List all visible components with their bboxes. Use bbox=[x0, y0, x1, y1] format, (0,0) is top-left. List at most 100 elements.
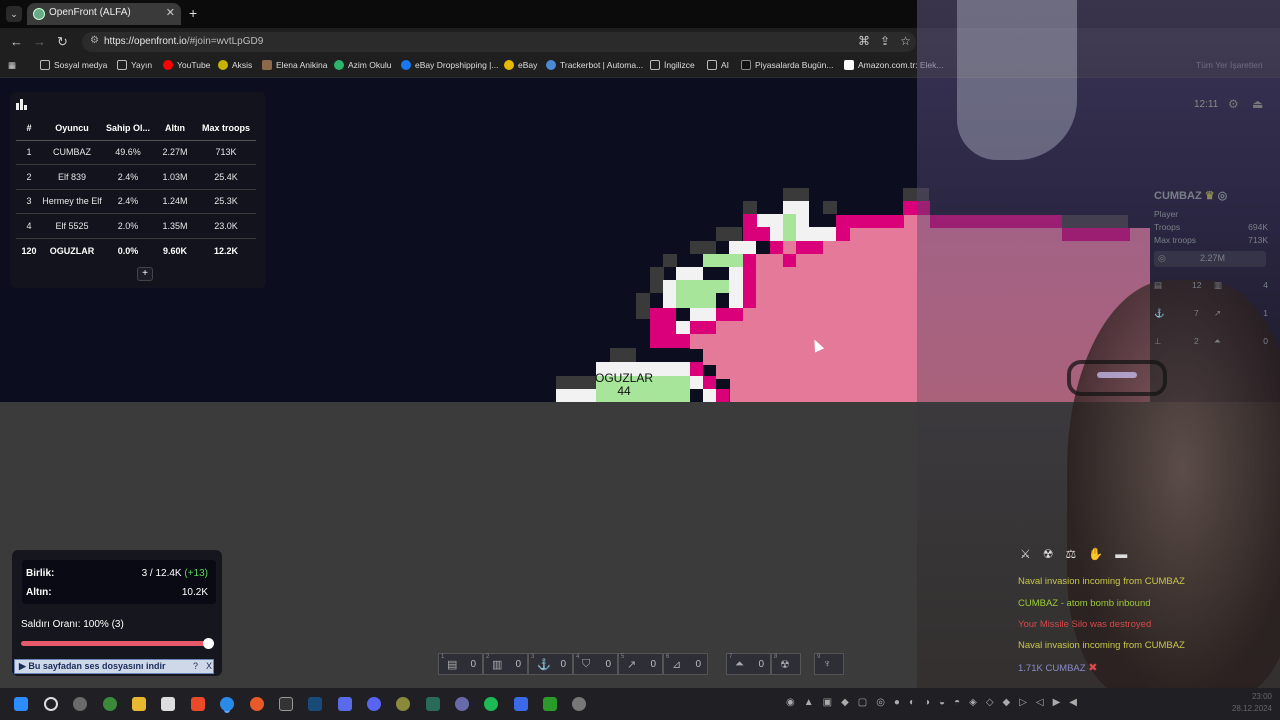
reload-icon[interactable]: ↻ bbox=[57, 34, 68, 50]
obs-icon[interactable] bbox=[73, 697, 87, 711]
gear-icon[interactable]: ⚙ bbox=[1228, 97, 1239, 111]
nuke-icon[interactable]: ☢ bbox=[1043, 547, 1066, 561]
header-rank[interactable]: # bbox=[16, 116, 42, 141]
aksis-icon bbox=[218, 60, 228, 70]
exit-icon[interactable]: ⏏ bbox=[1252, 97, 1263, 111]
folder-icon bbox=[707, 60, 717, 70]
chrome-icon[interactable] bbox=[220, 697, 234, 711]
coin-icon: ◎ bbox=[1158, 253, 1166, 263]
new-tab-button[interactable]: + bbox=[189, 5, 197, 21]
build-warship-button[interactable]: 7 ⏶ 0 bbox=[726, 653, 771, 675]
build-city-button[interactable]: 1 ▤ 0 bbox=[438, 653, 483, 675]
bookmark-item[interactable]: eBay bbox=[504, 60, 537, 70]
build-hydrogen-bomb-button[interactable]: 9 ♆ bbox=[814, 653, 844, 675]
bookmark-item[interactable]: İngilizce bbox=[650, 60, 695, 70]
player-name: CUMBAZ bbox=[42, 140, 102, 165]
xbox-icon[interactable] bbox=[103, 697, 117, 711]
sword-icon[interactable]: ⚔ bbox=[1020, 547, 1043, 561]
attack-ratio-slider-thumb[interactable] bbox=[203, 638, 214, 649]
build-missile-silo-button[interactable]: 5 ↗ 0 bbox=[618, 653, 663, 675]
download-label[interactable]: ▶ Bu sayfadan ses dosyasını indir bbox=[19, 661, 165, 672]
trade-icon[interactable]: ⚖ bbox=[1066, 547, 1089, 561]
leaderboard-toggle-icon[interactable] bbox=[16, 98, 30, 110]
port-icon: ⚓ bbox=[537, 659, 551, 671]
app-icon[interactable] bbox=[543, 697, 557, 711]
app-icon[interactable] bbox=[572, 697, 586, 711]
bookmark-item[interactable]: Azim Okulu bbox=[334, 60, 391, 70]
header-owned[interactable]: Sahip Ol... bbox=[102, 116, 154, 141]
audio-download-bar[interactable]: ▶ Bu sayfadan ses dosyasını indir ? X bbox=[14, 659, 214, 674]
warship-icon: ⏶ bbox=[1214, 336, 1221, 346]
alliance-icon[interactable]: ✋ bbox=[1088, 547, 1115, 561]
table-row[interactable]: 3 Hermey the Elf 2.4% 1.24M 25.3K bbox=[16, 189, 256, 214]
bookmark-item[interactable]: Piyasalarda Bugün... bbox=[741, 60, 833, 70]
translate-icon[interactable]: ⌘ bbox=[858, 34, 880, 48]
discord-icon[interactable] bbox=[367, 697, 381, 711]
store-icon[interactable] bbox=[161, 697, 175, 711]
tv-icon bbox=[741, 60, 751, 70]
bookmark-item[interactable]: eBay Dropshipping |... bbox=[401, 60, 498, 70]
player-name: Elf 5525 bbox=[42, 213, 102, 239]
apps-grid-icon[interactable]: ▦ bbox=[8, 60, 16, 71]
bookmark-item[interactable]: Elena Anikina bbox=[262, 60, 328, 70]
openfront-favicon-icon bbox=[33, 8, 45, 20]
build-atom-bomb-button[interactable]: 8 ☢ bbox=[771, 653, 801, 675]
firefox-icon[interactable] bbox=[250, 697, 264, 711]
table-row[interactable]: 1 CUMBAZ 49.6% 2.27M 713K bbox=[16, 140, 256, 165]
teams-icon[interactable] bbox=[338, 697, 352, 711]
close-icon[interactable]: X bbox=[206, 661, 212, 671]
bookmark-item[interactable]: YouTube bbox=[163, 60, 210, 70]
info-icon[interactable]: ◎ bbox=[1218, 190, 1228, 202]
bookmark-star-icon[interactable]: ☆ bbox=[900, 34, 921, 48]
help-icon[interactable]: ? bbox=[193, 661, 198, 671]
terminal-icon[interactable] bbox=[426, 697, 440, 711]
leaderboard-expand-button[interactable]: + bbox=[137, 267, 153, 281]
header-gold[interactable]: Altın bbox=[154, 116, 196, 141]
windows-taskbar: ◉▲▣◆▢◎●◐◑◒◓◈◇◆▷◁▶◀ 23:00 28.12.2024 bbox=[0, 688, 1280, 720]
tab-search-button[interactable]: ⌄ bbox=[6, 6, 22, 22]
windows-start-icon[interactable] bbox=[14, 697, 28, 711]
bookmark-item[interactable]: AI bbox=[707, 60, 729, 70]
chat-icon[interactable]: ▬ bbox=[1115, 547, 1139, 561]
spotify-icon[interactable] bbox=[484, 697, 498, 711]
rank: 120 bbox=[21, 245, 37, 256]
app-icon[interactable] bbox=[396, 697, 410, 711]
brave-icon[interactable] bbox=[191, 697, 205, 711]
build-defense-post-button[interactable]: 4 ⛉ 0 bbox=[573, 653, 618, 675]
search-icon[interactable] bbox=[44, 697, 58, 711]
epic-games-icon[interactable] bbox=[279, 697, 293, 711]
taskbar-clock[interactable]: 23:00 28.12.2024 bbox=[1222, 691, 1272, 715]
forward-icon[interactable]: → bbox=[33, 34, 46, 49]
table-row-current-player[interactable]: 120 OGUZLAR 0.0% 9.60K 12.2K bbox=[16, 238, 256, 263]
header-max-troops[interactable]: Max troops bbox=[196, 116, 256, 141]
cancel-attack-icon[interactable]: ✖ bbox=[1088, 662, 1097, 674]
table-row[interactable]: 4 Elf 5525 2.0% 1.35M 23.0K bbox=[16, 213, 256, 239]
browser-tab-active[interactable]: OpenFront (ALFA) ✕ bbox=[27, 3, 181, 25]
table-row[interactable]: 2 Elf 839 2.4% 1.03M 25.4K bbox=[16, 164, 256, 190]
bookmark-item[interactable]: Aksis bbox=[218, 60, 252, 70]
build-sam-launcher-button[interactable]: 6 ⊿ 0 bbox=[663, 653, 708, 675]
all-bookmarks[interactable]: Tüm Yer İşaretleri bbox=[1196, 60, 1263, 70]
steam-icon[interactable] bbox=[308, 697, 322, 711]
gold: 1.35M bbox=[154, 213, 196, 239]
site-info-icon[interactable]: ⚙ bbox=[90, 35, 99, 46]
attack-ratio-slider[interactable] bbox=[21, 641, 211, 646]
app-icon[interactable] bbox=[514, 697, 528, 711]
build-port-button[interactable]: 3 ⚓ 0 bbox=[528, 653, 573, 675]
install-icon[interactable]: ⇪ bbox=[880, 34, 900, 48]
tab-close-icon[interactable]: ✕ bbox=[166, 6, 175, 19]
sam-launcher-icon: ⊿ bbox=[672, 659, 682, 671]
back-icon[interactable]: ← bbox=[10, 34, 23, 49]
bookmark-item[interactable]: Yayın bbox=[117, 60, 152, 70]
ebay-icon bbox=[504, 60, 514, 70]
file-explorer-icon[interactable] bbox=[132, 697, 146, 711]
bookmark-item[interactable]: Amazon.com.tr: Elek... bbox=[844, 60, 944, 70]
build-factory-button[interactable]: 2 ▥ 0 bbox=[483, 653, 528, 675]
player-card-max-troops: Max troops 713K bbox=[1154, 235, 1268, 245]
header-player[interactable]: Oyuncu bbox=[42, 116, 102, 141]
address-bar[interactable]: ⚙ https://openfront.io/#join=wvtLpGD9 bbox=[82, 32, 916, 52]
address-bar-actions: ⌘⇪☆ bbox=[858, 34, 921, 48]
bookmark-item[interactable]: Trackerbot | Automa... bbox=[546, 60, 643, 70]
app-icon[interactable] bbox=[455, 697, 469, 711]
bookmark-item[interactable]: Sosyal medya bbox=[40, 60, 107, 70]
